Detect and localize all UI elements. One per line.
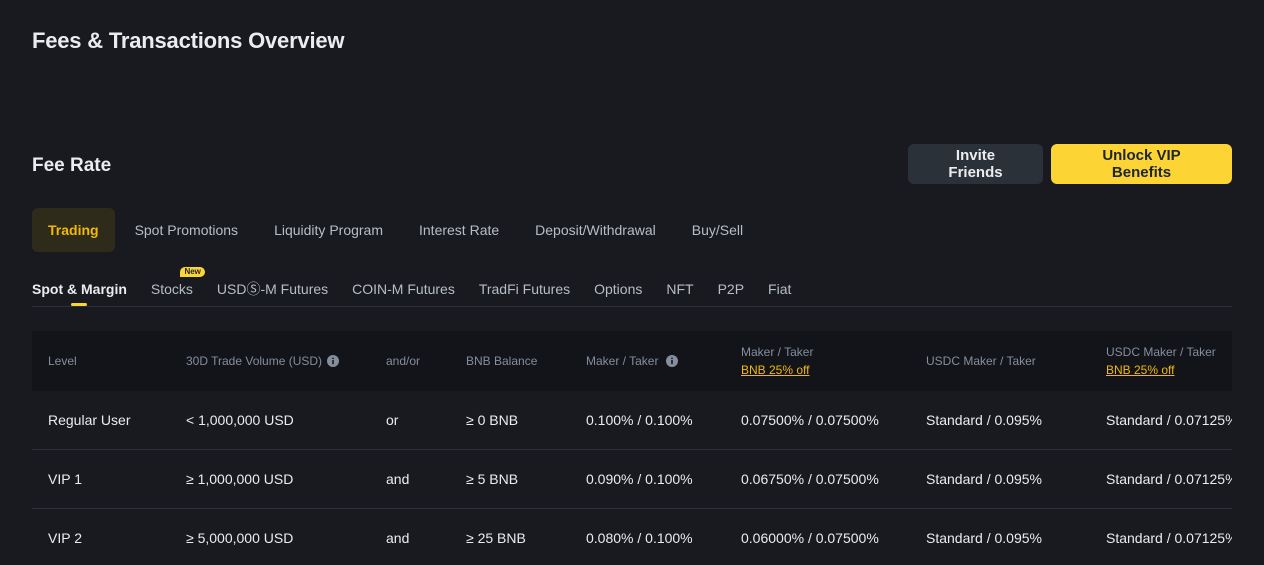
cell-level: VIP 1 <box>48 471 82 487</box>
header-usdc-maker-taker-bnb: USDC Maker / Taker BNB 25% off <box>1106 331 1216 391</box>
sub-tab-spot-margin[interactable]: Spot & Margin <box>32 272 127 306</box>
info-icon[interactable] <box>666 355 679 367</box>
sub-tab-options[interactable]: Options <box>594 272 642 306</box>
fee-rate-title: Fee Rate <box>32 155 112 176</box>
header-maker-taker-bnb-label: Maker / Taker <box>741 345 814 359</box>
cell-maker-taker-bnb: 0.07500% / 0.07500% <box>741 412 879 428</box>
tab-trading[interactable]: Trading <box>32 208 115 252</box>
bnb-discount-link[interactable]: BNB 25% off <box>741 363 809 377</box>
invite-friends-button[interactable]: Invite Friends <box>908 144 1043 184</box>
tab-buy-sell[interactable]: Buy/Sell <box>676 208 759 252</box>
cell-bnb-balance: ≥ 25 BNB <box>466 530 526 546</box>
new-badge: New <box>180 267 205 277</box>
cell-maker-taker: 0.090% / 0.100% <box>586 471 693 487</box>
table-row: VIP 1 ≥ 1,000,000 USD and ≥ 5 BNB 0.090%… <box>32 450 1232 509</box>
cell-usdc-maker-taker: Standard / 0.095% <box>926 471 1042 487</box>
product-sub-tabs: Spot & Margin Stocks New USDⓈ-M Futures … <box>32 267 1232 307</box>
header-usdc-maker-taker: USDC Maker / Taker <box>926 354 1036 368</box>
fees-overview-page: Fees & Transactions Overview Fee Rate In… <box>0 0 1264 565</box>
cell-and-or: or <box>386 412 399 428</box>
unlock-vip-benefits-button[interactable]: Unlock VIP Benefits <box>1051 144 1232 184</box>
cell-volume: < 1,000,000 USD <box>186 412 294 428</box>
cell-maker-taker-bnb: 0.06000% / 0.07500% <box>741 530 879 546</box>
cell-level: VIP 2 <box>48 530 82 546</box>
sub-tab-tradfi-futures[interactable]: TradFi Futures <box>479 272 570 306</box>
cell-bnb-balance: ≥ 5 BNB <box>466 471 519 487</box>
cell-maker-taker-bnb: 0.06750% / 0.07500% <box>741 471 879 487</box>
tab-deposit-withdrawal[interactable]: Deposit/Withdrawal <box>519 208 672 252</box>
sub-tab-p2p[interactable]: P2P <box>718 272 744 306</box>
main-tabs: Trading Spot Promotions Liquidity Progra… <box>32 208 763 252</box>
sub-tab-coin-m-futures[interactable]: COIN-M Futures <box>352 272 455 306</box>
cell-and-or: and <box>386 471 410 487</box>
tab-interest-rate[interactable]: Interest Rate <box>403 208 515 252</box>
header-trade-volume: 30D Trade Volume (USD) <box>186 331 340 391</box>
tab-spot-promotions[interactable]: Spot Promotions <box>119 208 255 252</box>
header-level: Level <box>48 354 77 368</box>
header-maker-taker: Maker / Taker <box>586 331 679 391</box>
cell-usdc-maker-taker-bnb: Standard / 0.07125% <box>1106 471 1232 487</box>
cell-level: Regular User <box>48 412 131 428</box>
table-row: VIP 2 ≥ 5,000,000 USD and ≥ 25 BNB 0.080… <box>32 509 1232 565</box>
fee-rate-table: Level 30D Trade Volume (USD) and/or BNB … <box>32 331 1232 565</box>
sub-tab-stocks[interactable]: Stocks New <box>150 267 205 306</box>
header-maker-taker-bnb: Maker / Taker BNB 25% off <box>741 331 813 391</box>
sub-tab-usds-m-futures[interactable]: USDⓈ-M Futures <box>217 272 328 306</box>
active-tab-indicator <box>71 303 88 306</box>
header-maker-taker-label: Maker / Taker <box>586 354 659 368</box>
cell-usdc-maker-taker: Standard / 0.095% <box>926 412 1042 428</box>
sub-tab-nft[interactable]: NFT <box>666 272 693 306</box>
cell-and-or: and <box>386 530 410 546</box>
cell-volume: ≥ 1,000,000 USD <box>186 471 294 487</box>
header-usdc-maker-taker-bnb-label: USDC Maker / Taker <box>1106 345 1216 359</box>
tab-liquidity-program[interactable]: Liquidity Program <box>258 208 399 252</box>
page-title: Fees & Transactions Overview <box>32 28 345 53</box>
header-trade-volume-label: 30D Trade Volume (USD) <box>186 354 323 368</box>
cell-maker-taker: 0.100% / 0.100% <box>586 412 693 428</box>
usdc-bnb-discount-link[interactable]: BNB 25% off <box>1106 363 1174 377</box>
cell-usdc-maker-taker-bnb: Standard / 0.07125% <box>1106 412 1232 428</box>
sub-tab-fiat[interactable]: Fiat <box>768 272 791 306</box>
cell-usdc-maker-taker: Standard / 0.095% <box>926 530 1042 546</box>
sub-tab-label: Stocks <box>150 281 193 297</box>
header-and-or: and/or <box>386 354 421 368</box>
cell-maker-taker: 0.080% / 0.100% <box>586 530 693 546</box>
cell-usdc-maker-taker-bnb: Standard / 0.07125% <box>1106 530 1232 546</box>
cell-bnb-balance: ≥ 0 BNB <box>466 412 519 428</box>
sub-tab-label: Spot & Margin <box>32 281 127 297</box>
info-icon[interactable] <box>327 355 340 367</box>
cell-volume: ≥ 5,000,000 USD <box>186 530 294 546</box>
header-bnb-balance: BNB Balance <box>466 354 538 368</box>
header-actions: Invite Friends Unlock VIP Benefits <box>908 144 1232 184</box>
table-row: Regular User < 1,000,000 USD or ≥ 0 BNB … <box>32 391 1232 450</box>
table-header: Level 30D Trade Volume (USD) and/or BNB … <box>32 331 1232 391</box>
